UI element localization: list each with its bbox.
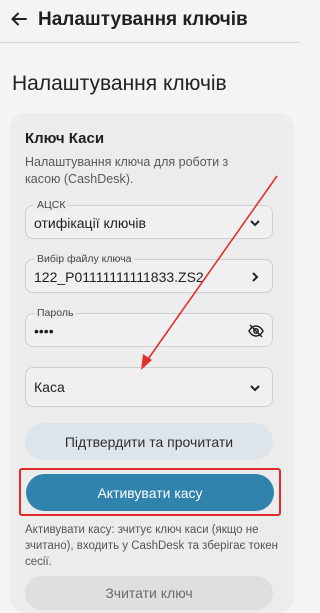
visibility-off-icon[interactable]	[248, 324, 264, 338]
key-file-value: 122_P01111111111833.ZS2	[34, 269, 204, 285]
chevron-down-icon	[248, 381, 262, 395]
confirm-and-read-button[interactable]: Підтвердити та прочитати	[25, 423, 273, 460]
cash-desk-value: Каса	[34, 379, 65, 395]
card-description: Налаштування ключа для роботи з касою (C…	[25, 155, 229, 186]
card-title: Ключ Каси	[25, 130, 105, 147]
top-app-bar: Налаштування ключів	[0, 0, 300, 42]
password-field[interactable]: Пароль ••••	[25, 307, 273, 347]
key-file-label: Вибір файлу ключа	[34, 253, 135, 265]
acsk-label: АЦСК	[34, 199, 69, 211]
activate-help-text: Активувати касу: зчитує ключ каси (якщо …	[25, 524, 278, 568]
activate-cash-desk-button[interactable]: Активувати касу	[26, 474, 274, 511]
app-bar-title: Налаштування ключів	[38, 9, 248, 30]
cash-desk-select[interactable]: Каса	[25, 367, 273, 407]
acsk-value: отифікації ключів	[34, 215, 146, 231]
password-label: Пароль	[34, 307, 77, 319]
header-divider	[0, 42, 300, 43]
chevron-down-icon	[248, 216, 262, 230]
key-file-picker[interactable]: Вибір файлу ключа 122_P01111111111833.ZS…	[25, 253, 273, 293]
read-key-button[interactable]: Зчитати ключ	[25, 576, 273, 610]
acsk-select[interactable]: АЦСК отифікації ключів	[25, 199, 273, 239]
password-value: ••••	[34, 323, 54, 339]
chevron-right-icon	[248, 270, 262, 284]
back-arrow-icon[interactable]	[8, 8, 30, 30]
page-title: Налаштування ключів	[12, 72, 227, 95]
